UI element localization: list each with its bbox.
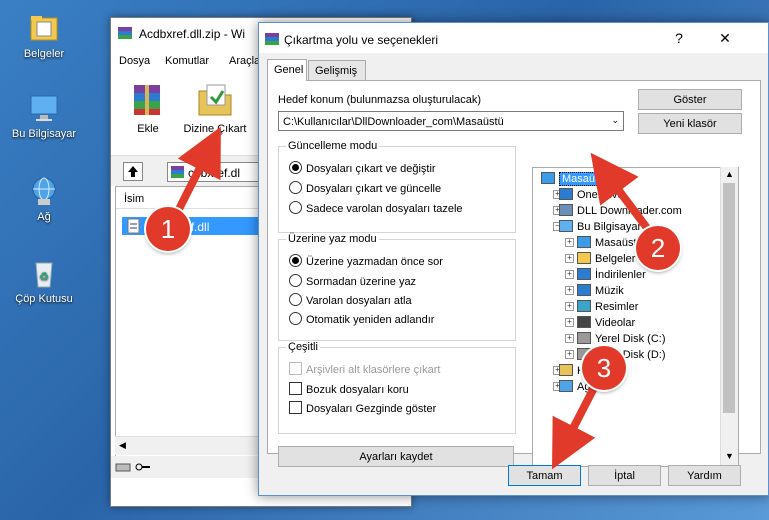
- arrow-2: [590, 152, 654, 235]
- step-marker-2: 2: [636, 226, 680, 270]
- step-marker-1: 1: [146, 207, 190, 251]
- tab-general[interactable]: Genel: [267, 59, 307, 81]
- step-marker-3: 3: [582, 346, 626, 390]
- arrow-3: [552, 378, 602, 470]
- arrow-1: [172, 126, 221, 217]
